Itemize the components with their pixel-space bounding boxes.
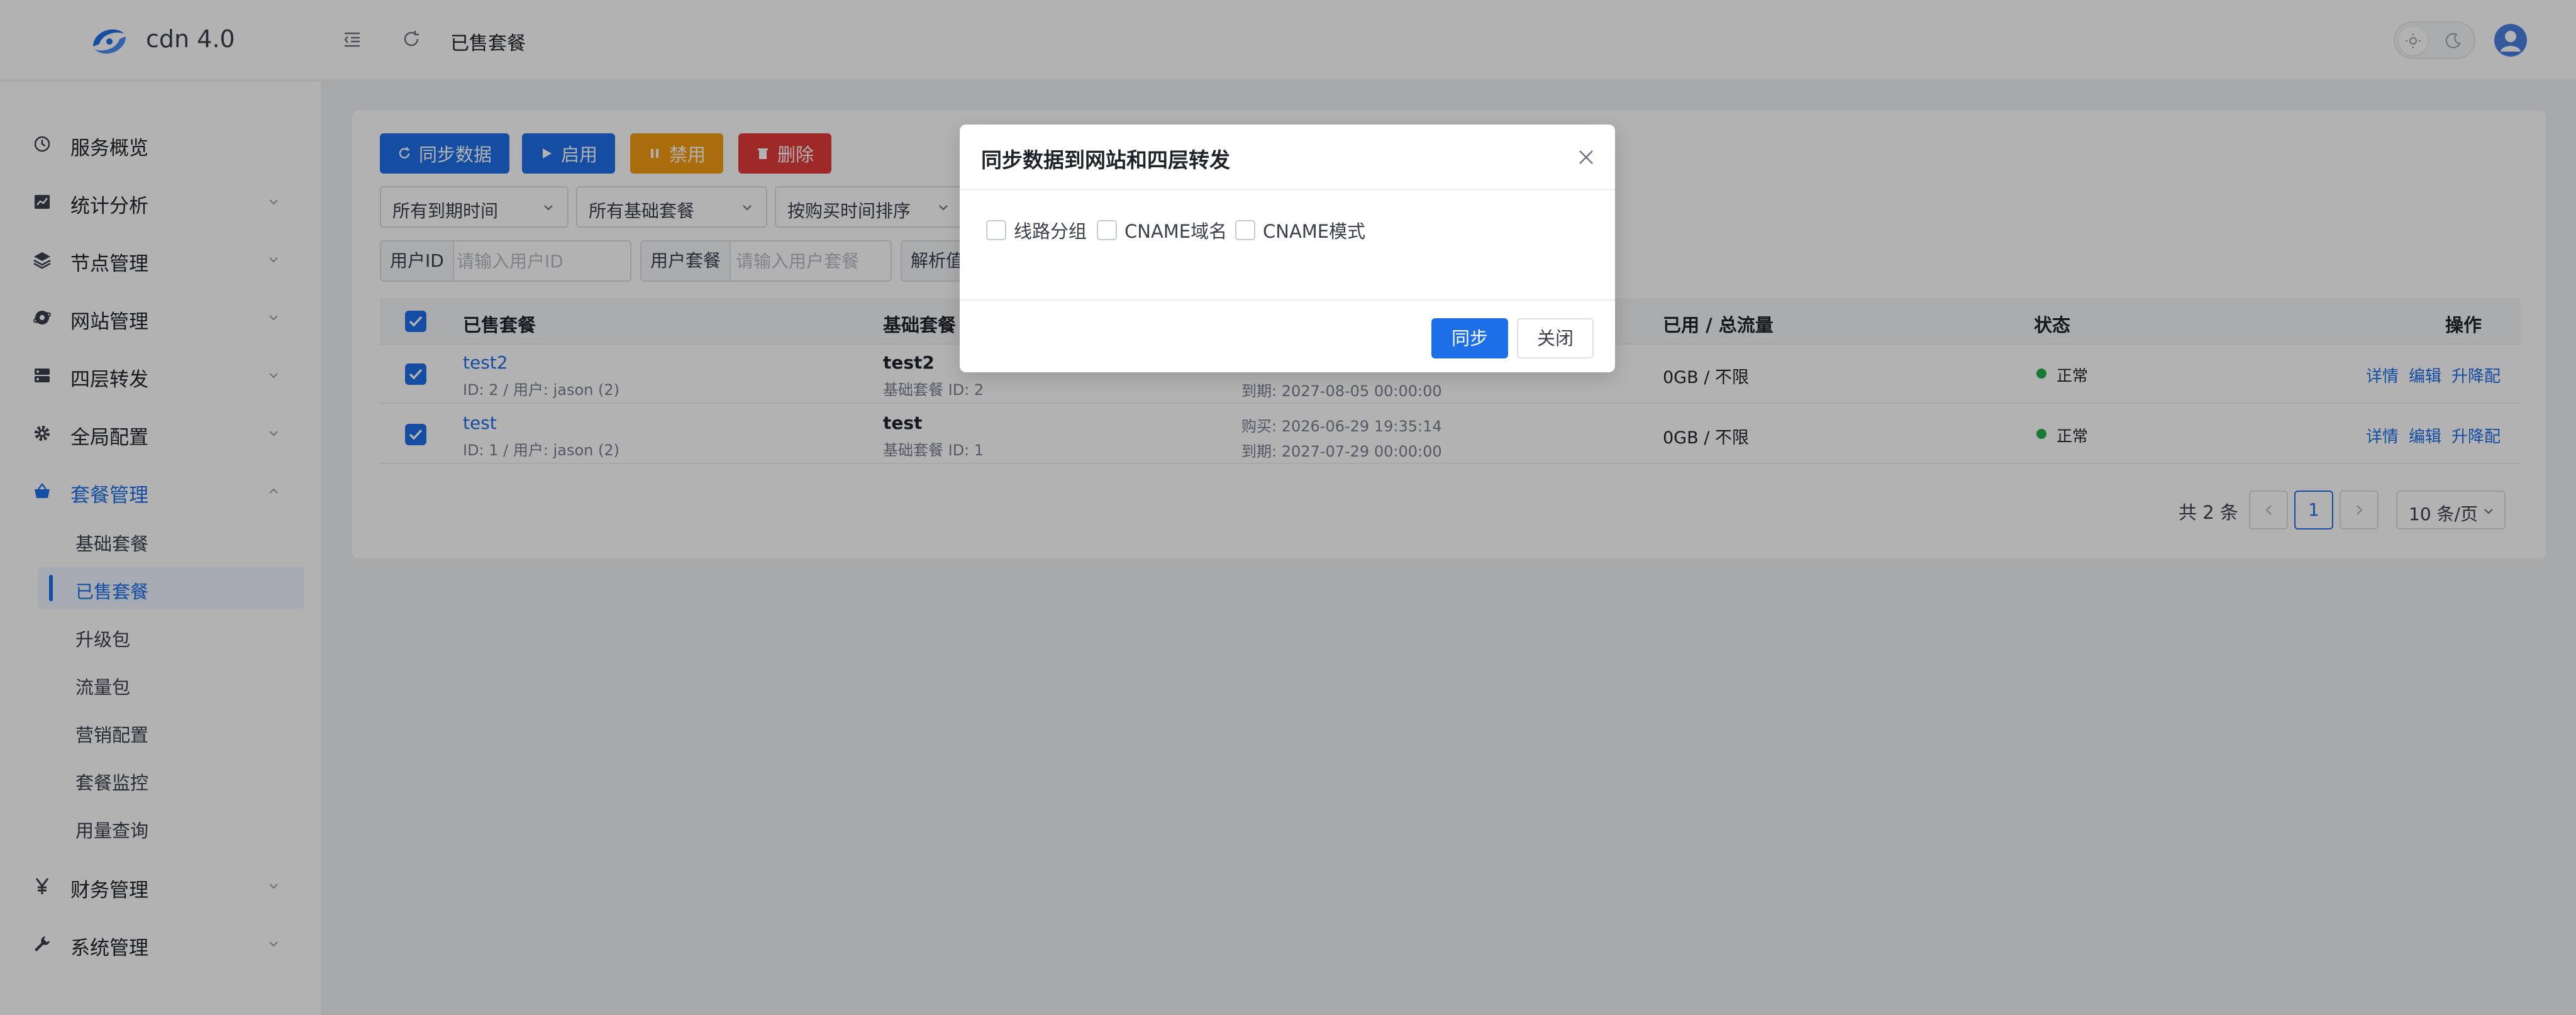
app-root: cdn 4.0 已售套餐 服务概览 统计分析 节点管理 网站管理 四层转发 全局…	[0, 0, 2576, 1015]
close-icon[interactable]	[1575, 146, 1597, 169]
option-line-group[interactable]: 线路分组	[986, 218, 1087, 243]
dialog-divider	[960, 189, 1615, 190]
checkbox[interactable]	[986, 220, 1006, 240]
option-label: CNAME模式	[1263, 221, 1366, 242]
close-button[interactable]: 关闭	[1517, 318, 1594, 358]
sync-dialog: 同步数据到网站和四层转发 线路分组 CNAME域名 CNAME模式 同步 关闭	[960, 125, 1615, 372]
checkbox[interactable]	[1097, 220, 1117, 240]
sync-confirm-button[interactable]: 同步	[1431, 318, 1508, 358]
checkbox[interactable]	[1235, 220, 1255, 240]
option-cname-domain[interactable]: CNAME域名	[1097, 218, 1227, 243]
dialog-title: 同步数据到网站和四层转发	[981, 148, 1230, 172]
dialog-divider	[960, 299, 1615, 301]
option-label: 线路分组	[1014, 221, 1087, 242]
option-label: CNAME域名	[1124, 221, 1228, 242]
option-cname-mode[interactable]: CNAME模式	[1235, 218, 1365, 243]
